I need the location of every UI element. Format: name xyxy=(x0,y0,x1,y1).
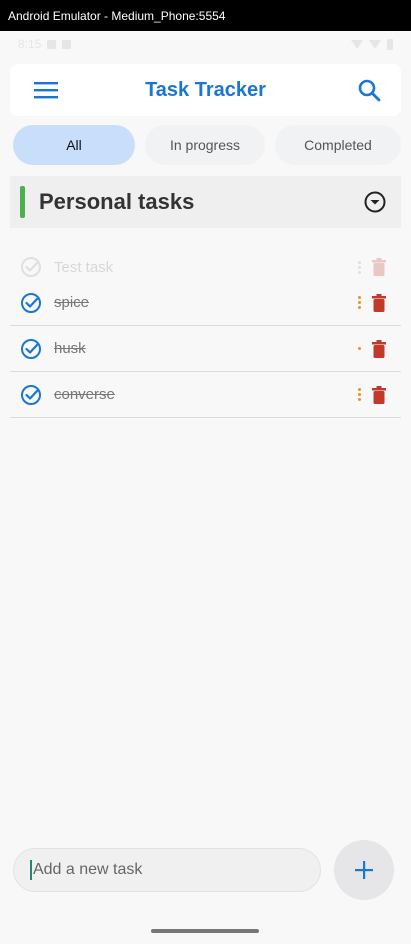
search-icon xyxy=(358,79,381,102)
menu-button[interactable] xyxy=(32,76,60,104)
chip-completed[interactable]: Completed xyxy=(275,125,401,165)
chip-in-progress[interactable]: In progress xyxy=(145,125,265,165)
notification-icon xyxy=(47,39,57,49)
new-task-field[interactable] xyxy=(13,848,321,892)
trash-icon[interactable] xyxy=(371,339,387,358)
home-indicator[interactable] xyxy=(151,929,259,933)
task-label: husk xyxy=(54,340,86,357)
battery-icon xyxy=(387,38,393,50)
notification-icon-2 xyxy=(62,39,72,49)
chip-all-label: All xyxy=(66,137,82,153)
menu-icon xyxy=(34,82,58,99)
emulator-title-bar: Android Emulator - Medium_Phone:5554 xyxy=(0,0,411,31)
chip-completed-label: Completed xyxy=(304,137,372,153)
trash-icon[interactable] xyxy=(371,293,387,312)
more-icon[interactable] xyxy=(357,296,361,309)
text-caret xyxy=(30,860,32,880)
task-row-ghost: Test task xyxy=(10,248,401,286)
wifi-icon xyxy=(351,39,363,49)
chip-in-progress-label: In progress xyxy=(169,137,241,153)
signal-icon xyxy=(369,39,381,49)
trash-icon xyxy=(372,258,386,276)
task-label: converse xyxy=(54,386,115,403)
check-circle-icon[interactable] xyxy=(20,338,42,360)
more-icon[interactable] xyxy=(357,347,361,350)
new-task-input[interactable] xyxy=(32,861,320,879)
task-label: spice xyxy=(54,294,90,311)
section-title: Personal tasks xyxy=(39,189,195,214)
chip-all[interactable]: All xyxy=(13,125,135,165)
trash-icon[interactable] xyxy=(371,385,387,404)
more-icon[interactable] xyxy=(357,388,361,401)
task-list: Test task spice husk converse xyxy=(10,248,401,418)
section-accent-bar xyxy=(20,186,25,218)
task-row[interactable]: converse xyxy=(10,372,401,418)
filter-chips: All In progress Completed xyxy=(13,125,401,165)
app-bar: Task Tracker xyxy=(10,64,401,116)
more-icon xyxy=(357,260,361,274)
check-circle-icon xyxy=(21,257,41,277)
section-toggle-button[interactable] xyxy=(361,188,389,216)
check-circle-icon[interactable] xyxy=(20,384,42,406)
chevron-down-circle-icon xyxy=(364,191,386,213)
plus-icon xyxy=(355,861,373,879)
status-bar: 8:15 xyxy=(0,31,411,57)
task-label: Test task xyxy=(54,258,114,276)
app-title: Task Tracker xyxy=(145,78,266,101)
search-button[interactable] xyxy=(355,76,383,104)
add-task-button[interactable] xyxy=(334,840,394,900)
section-header[interactable]: Personal tasks xyxy=(10,176,401,228)
status-time: 8:15 xyxy=(18,37,42,51)
task-row[interactable]: husk xyxy=(10,326,401,372)
task-row[interactable]: spice xyxy=(10,280,401,326)
emulator-title: Android Emulator - Medium_Phone:5554 xyxy=(8,8,226,23)
check-circle-icon[interactable] xyxy=(20,292,42,314)
